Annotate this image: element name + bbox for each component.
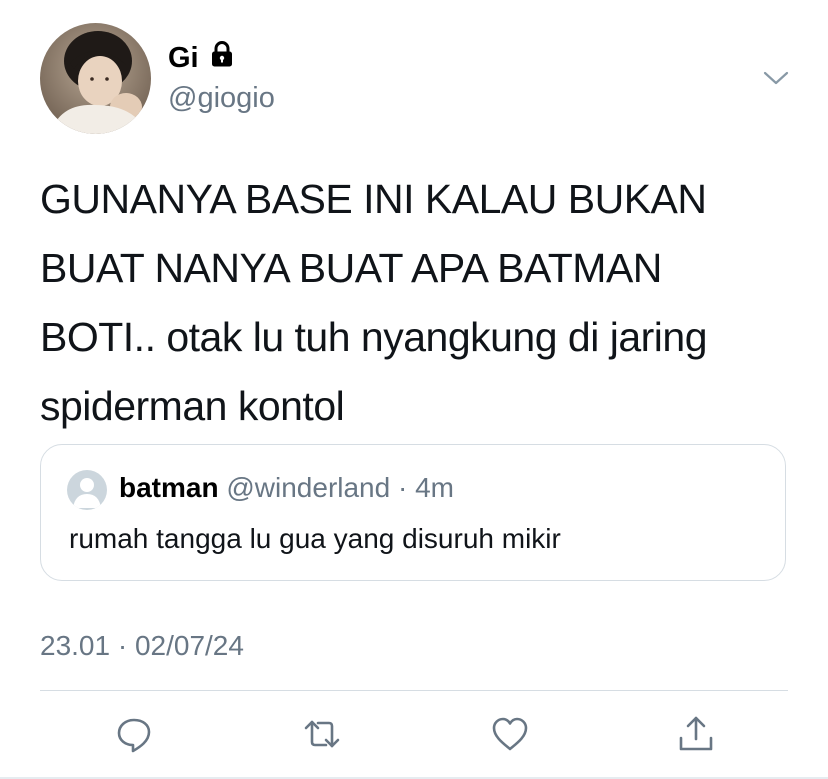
tweet-text-line: GUNANYA BASE INI KALAU BUKAN [40, 176, 707, 222]
share-button[interactable] [676, 714, 716, 754]
share-icon [679, 716, 713, 751]
tweet-text-line: spiderman kontol [40, 383, 345, 429]
like-button[interactable] [490, 714, 530, 754]
retweet-icon [304, 720, 340, 748]
quoted-tweet-card[interactable]: batman @winderland · 4m rumah tangga lu … [40, 444, 786, 581]
quoted-name: batman [119, 472, 219, 503]
tweet-text: GUNANYA BASE INI KALAU BUKAN BUAT NANYA … [40, 165, 810, 441]
tweet-text-line: BUAT NANYA BUAT APA BATMAN [40, 245, 662, 291]
chevron-down-icon[interactable] [762, 68, 790, 88]
tweet-text-line: BOTI.. otak lu tuh nyangkung di jaring [40, 314, 708, 360]
reply-icon [117, 718, 151, 753]
display-name-row[interactable]: Gi [168, 40, 236, 76]
divider [40, 690, 788, 691]
reply-button[interactable] [114, 714, 154, 754]
timestamp[interactable]: 23.01 · 02/07/24 [40, 630, 244, 662]
lock-icon [208, 40, 236, 76]
quoted-meta: @winderland · 4m [226, 472, 454, 503]
quoted-avatar [67, 470, 107, 510]
display-name: Gi [168, 41, 199, 74]
username[interactable]: @giogio [168, 82, 275, 115]
avatar[interactable] [40, 23, 151, 134]
retweet-button[interactable] [302, 714, 342, 754]
quoted-text: rumah tangga lu gua yang disuruh mikir [69, 523, 561, 554]
quoted-header: batman @winderland · 4m [119, 472, 454, 504]
heart-icon [492, 717, 528, 751]
